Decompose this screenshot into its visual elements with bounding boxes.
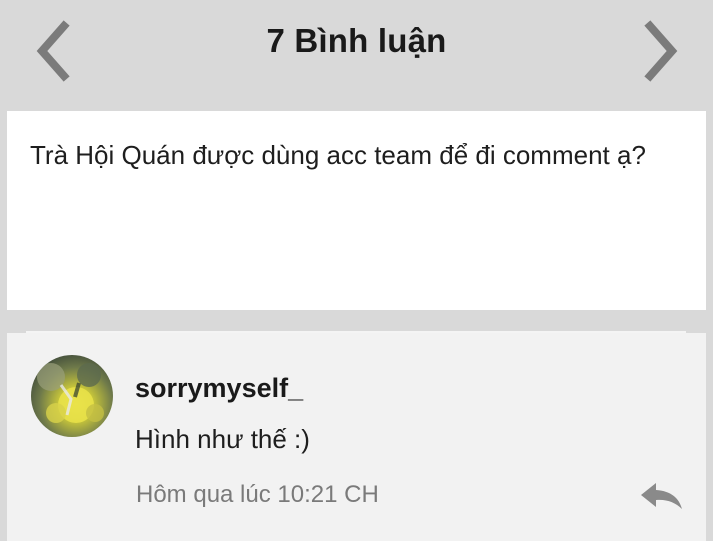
header-bar: 7 Bình luận — [0, 0, 713, 104]
comment-timestamp: Hôm qua lúc 10:21 CH — [136, 481, 379, 508]
comment-author[interactable]: sorrymyself_ — [135, 373, 303, 404]
chevron-right-icon — [644, 20, 678, 82]
page-title: 7 Bình luận — [266, 22, 447, 59]
reply-icon — [641, 483, 682, 509]
next-button[interactable] — [634, 16, 690, 86]
avatar[interactable] — [31, 355, 113, 437]
post-card: Trà Hội Quán được dùng acc team để đi co… — [7, 111, 706, 310]
comment-item: sorrymyself_ Hình như thế :) Hôm qua lúc… — [7, 333, 706, 541]
post-text: Trà Hội Quán được dùng acc team để đi co… — [30, 140, 646, 170]
reply-button[interactable] — [639, 481, 685, 511]
comment-text: Hình như thế :) — [135, 424, 310, 454]
avatar-image — [37, 363, 104, 423]
